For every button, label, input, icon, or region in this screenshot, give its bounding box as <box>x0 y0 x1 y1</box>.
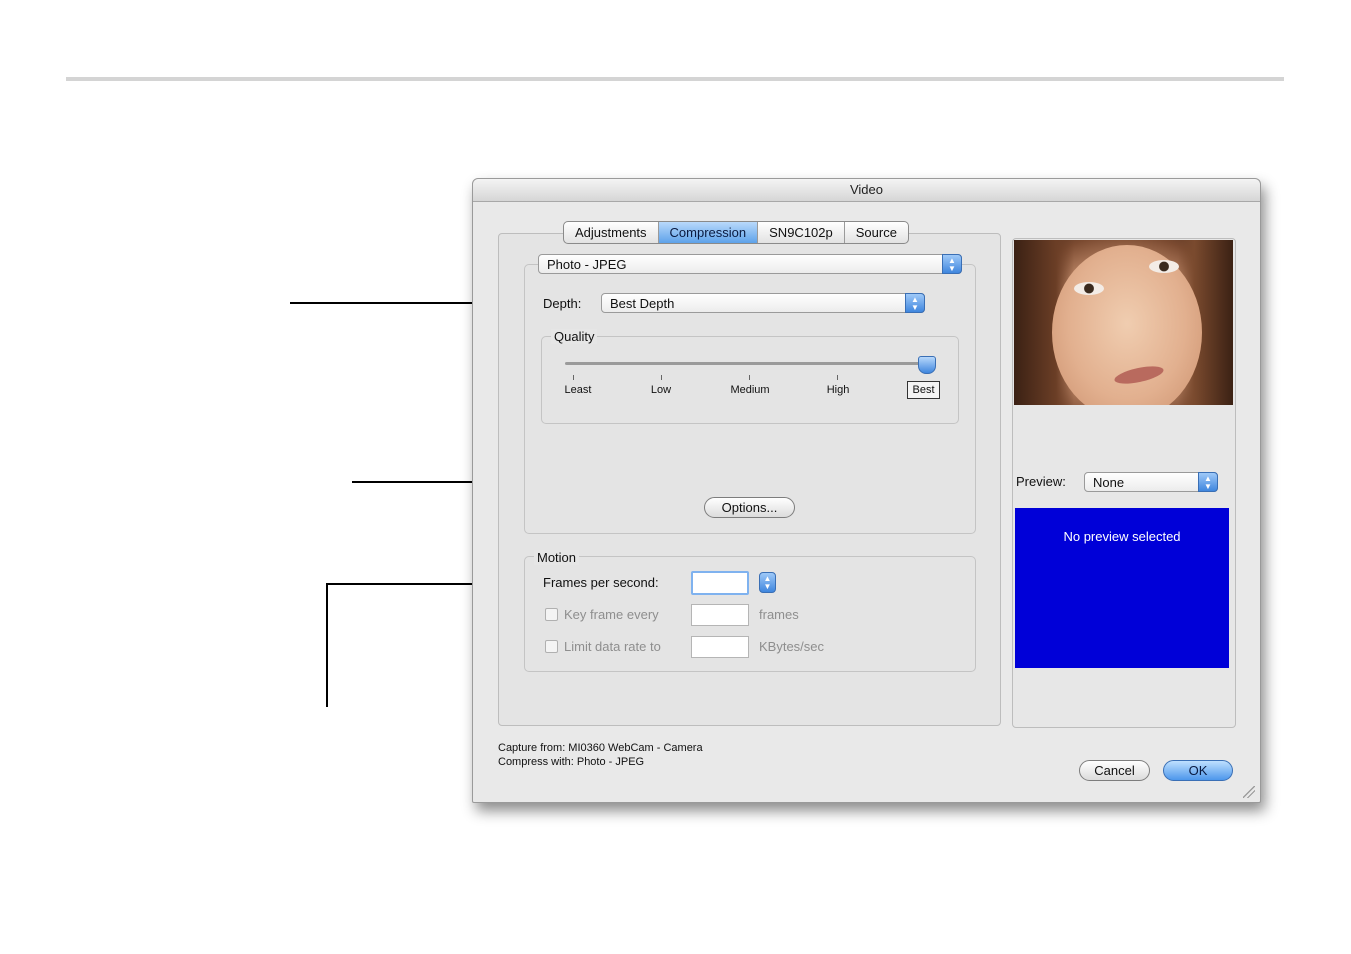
popup-arrows-icon: ▲ ▼ <box>905 293 925 313</box>
fps-input[interactable] <box>691 571 749 595</box>
depth-value: Best Depth <box>610 296 675 311</box>
quality-tick-medium[interactable]: Medium <box>720 384 780 396</box>
motion-label: Motion <box>534 550 580 565</box>
fps-stepper[interactable]: ▲ ▼ <box>759 572 776 593</box>
keyframe-unit: frames <box>759 607 799 622</box>
limit-rate-checkbox[interactable] <box>545 640 558 653</box>
eye-right <box>1149 260 1179 273</box>
tick-mark <box>661 375 662 380</box>
keyframe-input[interactable] <box>691 604 749 626</box>
tab-adjustments[interactable]: Adjustments <box>564 222 659 243</box>
quality-slider-track[interactable] <box>565 362 931 365</box>
resize-grip-icon[interactable] <box>1243 786 1255 798</box>
quality-group <box>541 336 959 424</box>
depth-label: Depth: <box>543 296 582 311</box>
keyframe-checkbox[interactable] <box>545 608 558 621</box>
quality-tick-best[interactable]: Best <box>907 381 940 399</box>
tab-sn9c102p[interactable]: SN9C102p <box>758 222 845 243</box>
tab-bar: Adjustments Compression SN9C102p Source <box>563 221 909 244</box>
tick-mark <box>573 375 574 380</box>
limit-rate-input[interactable] <box>691 636 749 658</box>
camera-image <box>1014 240 1233 405</box>
window-title: Video <box>849 182 883 197</box>
codec-value: Photo - JPEG <box>547 257 627 272</box>
depth-popup[interactable]: Best Depth ▲ ▼ <box>601 293 925 313</box>
quality-slider-thumb[interactable] <box>918 356 936 374</box>
preview-value: None <box>1093 475 1125 490</box>
quality-tick-high[interactable]: High <box>808 384 868 396</box>
preview-popup[interactable]: None ▲ ▼ <box>1084 472 1218 492</box>
page-top-rule <box>66 77 1284 81</box>
window-title-bar[interactable]: Video <box>473 179 1260 202</box>
capture-info: Capture from: MI0360 WebCam - Camera <box>498 742 703 754</box>
cancel-button[interactable]: Cancel <box>1079 760 1150 781</box>
popup-arrows-icon: ▲ ▼ <box>1198 472 1218 492</box>
ok-button[interactable]: OK <box>1163 760 1233 781</box>
eye-left <box>1074 282 1104 295</box>
fps-label: Frames per second: <box>543 575 659 590</box>
codec-popup[interactable]: Photo - JPEG ▲ ▼ <box>538 254 962 274</box>
callout-fps-vertical <box>326 583 328 707</box>
tab-compression[interactable]: Compression <box>658 222 759 243</box>
quality-tick-low[interactable]: Low <box>631 384 691 396</box>
popup-arrows-icon: ▲ ▼ <box>942 254 962 274</box>
tick-mark <box>749 375 750 380</box>
options-button[interactable]: Options... <box>704 497 795 518</box>
limit-rate-unit: KBytes/sec <box>759 639 825 654</box>
quality-tick-least[interactable]: Least <box>548 384 608 396</box>
tab-source[interactable]: Source <box>845 222 908 243</box>
preview-message: No preview selected <box>1063 529 1181 544</box>
quality-label: Quality <box>551 329 598 344</box>
preview-area: No preview selected <box>1015 508 1229 668</box>
preview-label: Preview: <box>1016 474 1066 489</box>
tick-mark <box>837 375 838 380</box>
limit-rate-label: Limit data rate to <box>564 639 661 654</box>
keyframe-label: Key frame every <box>564 607 659 622</box>
compress-info: Compress with: Photo - JPEG <box>498 756 645 768</box>
